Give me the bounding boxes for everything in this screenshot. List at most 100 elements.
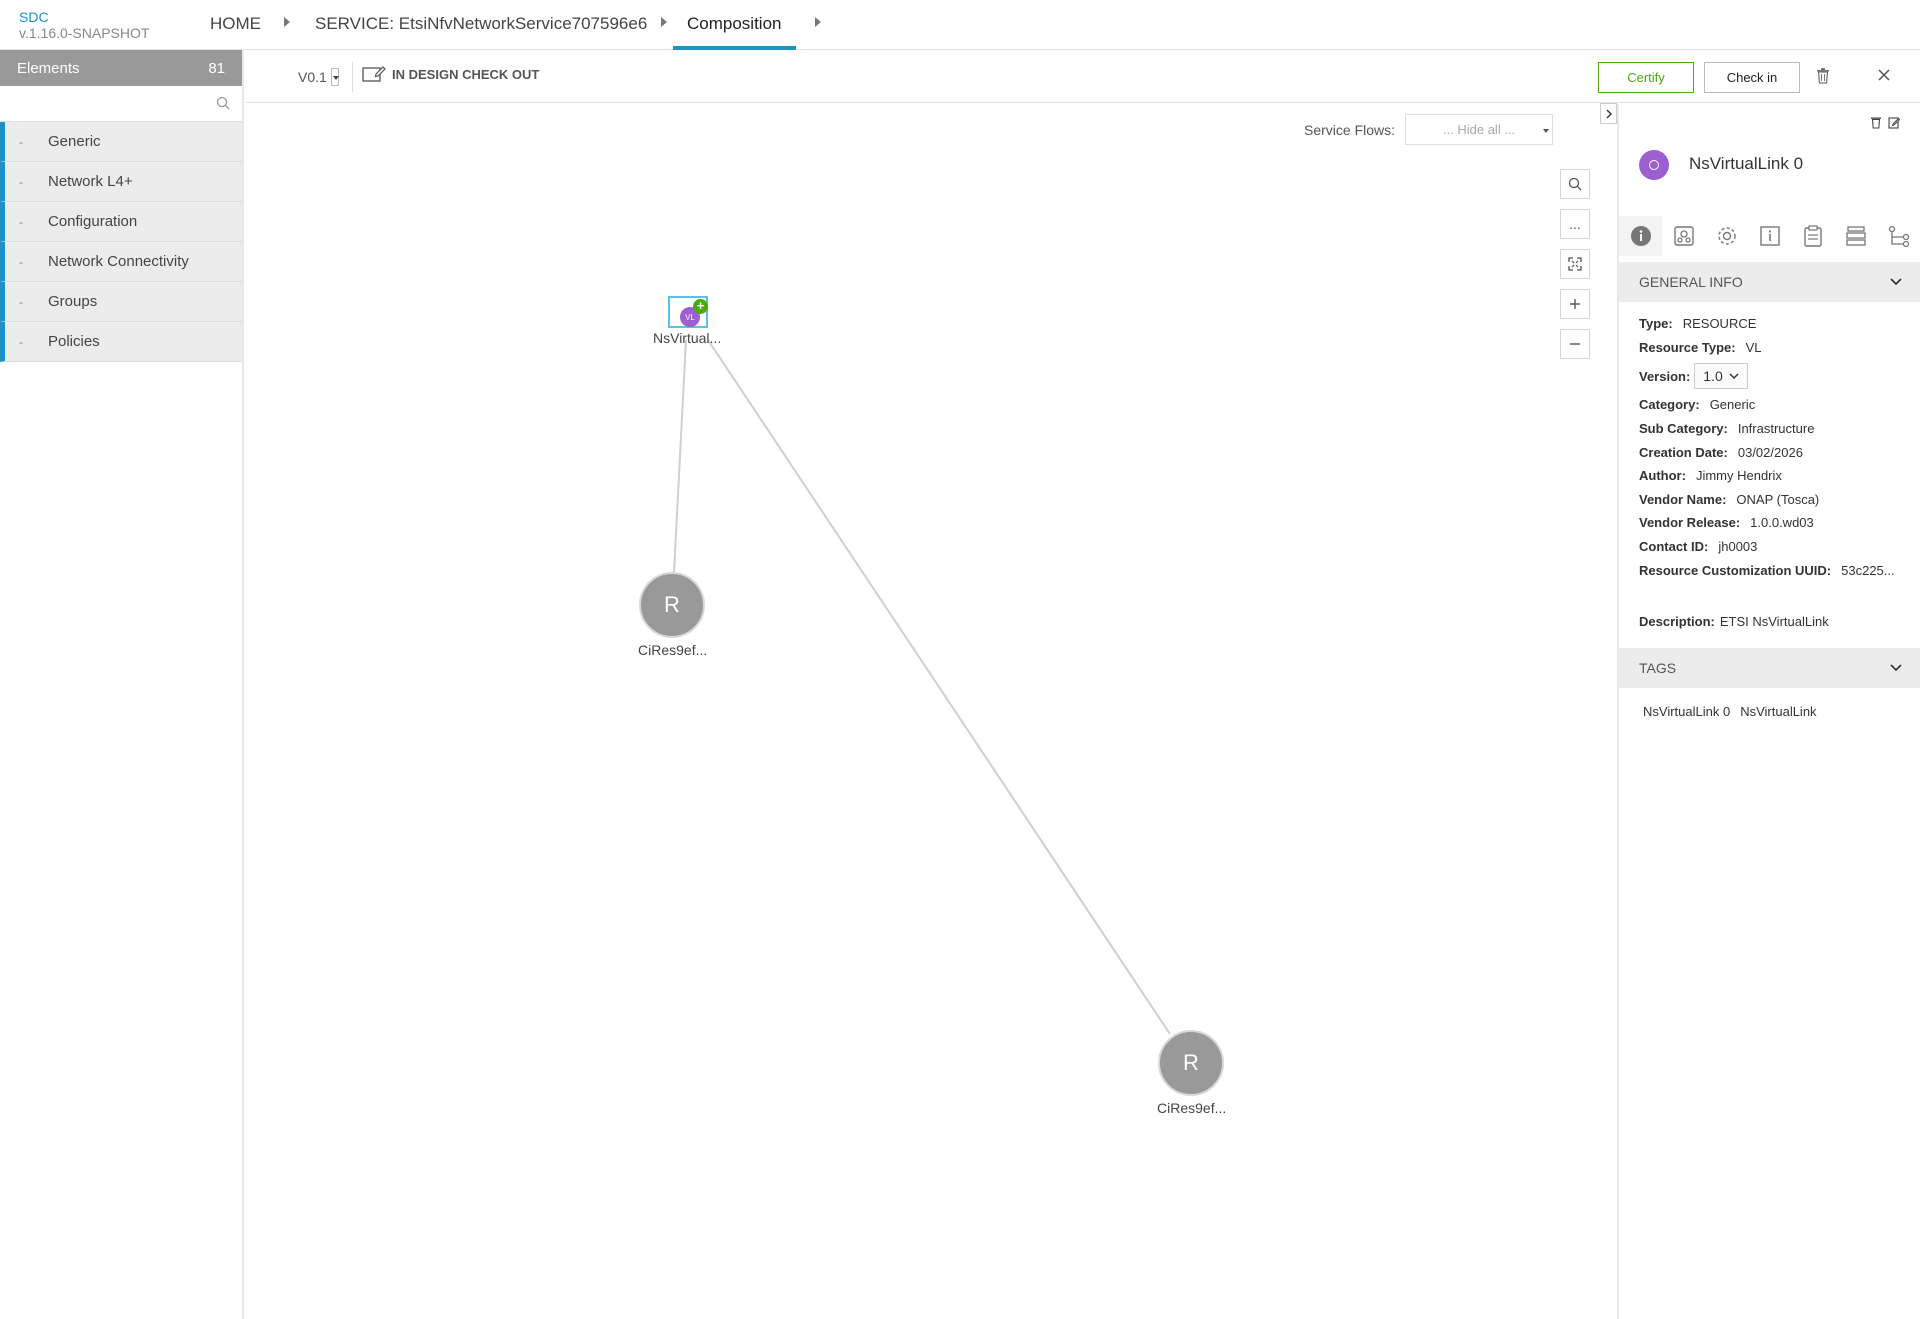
field-key: Category: (1639, 397, 1700, 413)
elements-search-input[interactable] (4, 90, 214, 118)
elements-panel: Elements 81 - Generic - Network L4+ - Confi… (0, 50, 244, 1319)
zoom-out-button[interactable] (1560, 329, 1590, 359)
layers-icon (1845, 226, 1866, 246)
field-value: Infrastructure (1737, 421, 1815, 437)
field-key: Vendor Release: (1639, 515, 1741, 531)
chevron-down-icon (1729, 373, 1739, 380)
field-customization-uuid: Resource Customization UUID: 53c225... (1639, 558, 1909, 582)
canvas-search-button[interactable] (1560, 169, 1590, 199)
relation-line[interactable] (673, 339, 687, 573)
elements-title: Elements (17, 59, 80, 77)
category-policies[interactable]: - Policies (0, 322, 242, 362)
tab-deployment[interactable] (1662, 216, 1705, 256)
deployment-icon (1673, 226, 1694, 246)
field-value: 1.0.0.wd03 (1750, 515, 1814, 531)
breadcrumb-arrow-icon[interactable] (284, 17, 290, 27)
breadcrumb-arrow-icon[interactable] (815, 17, 821, 27)
status-text: IN DESIGN CHECK OUT (392, 66, 540, 82)
general-info-header[interactable]: GENERAL INFO (1619, 262, 1920, 302)
field-value: VL (1745, 339, 1762, 355)
category-label: Network Connectivity (48, 253, 189, 270)
vl-node[interactable]: VL + (668, 296, 708, 328)
tab-relations[interactable] (1877, 216, 1920, 256)
clipboard-icon (1803, 225, 1822, 247)
field-value: ETSI NsVirtualLink (1719, 614, 1829, 630)
field-key: Sub Category: (1639, 421, 1728, 437)
category-label: Configuration (48, 213, 138, 230)
tags-title: TAGS (1639, 660, 1677, 676)
elements-search (0, 86, 242, 122)
field-category: Category: Generic (1639, 393, 1909, 417)
field-value: Generic (1709, 397, 1756, 413)
service-flows: Service Flows: ... Hide all ... (1304, 114, 1554, 145)
brand[interactable]: SDC v.1.16.0-SNAPSHOT (19, 9, 149, 41)
tab-properties[interactable] (1705, 216, 1748, 256)
collapse-panel-button[interactable] (1600, 103, 1617, 124)
field-key: Author: (1639, 468, 1686, 484)
tree-icon (1888, 225, 1909, 247)
version-selector[interactable]: V0.1 (298, 68, 339, 86)
zoom-in-button[interactable] (1560, 289, 1590, 319)
search-icon[interactable] (216, 96, 230, 110)
category-network-l4[interactable]: - Network L4+ (0, 162, 242, 202)
caret-down-icon[interactable] (330, 68, 339, 86)
search-icon (1568, 177, 1582, 191)
resource-node[interactable]: R (1158, 1030, 1224, 1096)
service-flows-select[interactable]: ... Hide all ... (1405, 114, 1554, 145)
details-panel: NsVirtualLink 0 GENERAL INFO Type: RESOU… (1617, 104, 1920, 1319)
field-value: jh0003 (1718, 539, 1758, 555)
resource-node-label: CiRes9ef... (1157, 1100, 1227, 1116)
lifecycle-status: IN DESIGN CHECK OUT (362, 65, 539, 83)
field-author: Author: Jimmy Hendrix (1639, 464, 1909, 488)
field-key: Vendor Name: (1639, 491, 1727, 507)
chevron-down-icon[interactable] (1890, 278, 1902, 286)
version-value: V0.1 (298, 69, 327, 85)
category-groups[interactable]: - Groups (0, 282, 242, 322)
field-creation-date: Creation Date: 03/02/2026 (1639, 440, 1909, 464)
category-configuration[interactable]: - Configuration (0, 202, 242, 242)
fit-screen-icon (1568, 257, 1582, 271)
field-contact-id: Contact ID: jh0003 (1639, 535, 1909, 559)
field-type: Type: RESOURCE (1639, 312, 1909, 336)
certify-button[interactable]: Certify (1598, 62, 1694, 93)
field-vendor-release: Vendor Release: 1.0.0.wd03 (1639, 511, 1909, 535)
breadcrumb-composition[interactable]: Composition (673, 14, 796, 50)
breadcrumb-arrow-icon[interactable] (661, 17, 667, 27)
resource-node-label: CiRes9ef... (638, 642, 708, 658)
chevron-down-icon[interactable] (1890, 664, 1902, 672)
tab-general-info[interactable] (1619, 216, 1662, 256)
relation-line[interactable] (707, 339, 1171, 1035)
top-bar: SDC v.1.16.0-SNAPSHOT HOME SERVICE: Etsi… (0, 0, 1920, 50)
toolbar-divider (352, 62, 353, 92)
close-icon[interactable] (1877, 68, 1891, 82)
tab-artifacts[interactable] (1791, 216, 1834, 256)
resource-node[interactable]: R (639, 572, 705, 638)
field-key: Type: (1639, 316, 1673, 332)
tags-header[interactable]: TAGS (1619, 648, 1920, 688)
composition-canvas[interactable]: Service Flows: ... Hide all ... ... VL +… (246, 104, 1616, 1319)
breadcrumb-service[interactable]: SERVICE: EtsiNfvNetworkService707596e6 (315, 14, 647, 50)
field-value: 53c225... (1841, 562, 1895, 578)
workspace-toolbar: V0.1 IN DESIGN CHECK OUT Certify Check i… (246, 50, 1920, 103)
version-select[interactable]: 1.0 (1694, 363, 1748, 390)
category-network-connectivity[interactable]: - Network Connectivity (0, 242, 242, 282)
category-generic[interactable]: - Generic (0, 122, 242, 162)
tags-list: NsVirtualLink 0 NsVirtualLink (1643, 704, 1817, 719)
edit-icon[interactable] (1888, 116, 1900, 129)
collapse-dash-icon: - (19, 334, 23, 349)
category-label: Network L4+ (48, 173, 133, 190)
trash-icon[interactable] (1870, 116, 1882, 129)
trash-icon[interactable] (1816, 68, 1830, 84)
plus-icon (1570, 299, 1580, 309)
tab-attributes[interactable] (1748, 216, 1791, 256)
more-icon: ... (1569, 216, 1581, 232)
check-in-button[interactable]: Check in (1704, 62, 1800, 93)
field-value: Jimmy Hendrix (1695, 468, 1782, 484)
add-relation-plus-icon[interactable]: + (693, 299, 708, 314)
tab-requirements[interactable] (1834, 216, 1877, 256)
details-actions (1870, 116, 1900, 129)
canvas-fit-button[interactable] (1560, 249, 1590, 279)
breadcrumb-home[interactable]: HOME (210, 14, 261, 50)
canvas-more-button[interactable]: ... (1560, 209, 1590, 239)
version-select-value: 1.0 (1703, 368, 1723, 385)
